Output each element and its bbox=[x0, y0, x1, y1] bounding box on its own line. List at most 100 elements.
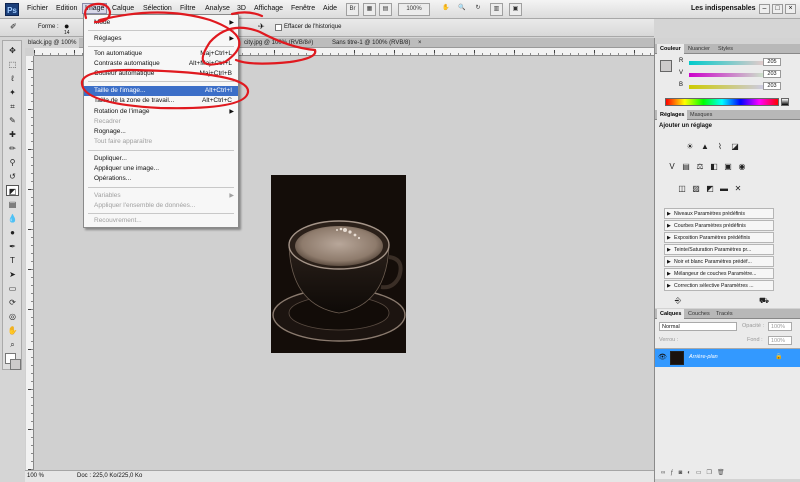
3d-rotate-tool-icon[interactable]: ⟳ bbox=[6, 297, 19, 308]
eyedropper-tool-icon[interactable]: ✎ bbox=[6, 115, 19, 126]
canvas-image[interactable] bbox=[271, 175, 406, 353]
menu-affichage[interactable]: Affichage bbox=[254, 5, 283, 12]
invert-icon[interactable]: ◫ bbox=[677, 184, 687, 194]
tab-couleur[interactable]: Couleur bbox=[657, 44, 684, 54]
preset-exposition[interactable]: Exposition Paramètres prédéfinis bbox=[664, 232, 774, 243]
tab-close-icon[interactable]: × bbox=[415, 38, 425, 48]
preset-teinte[interactable]: Teinte/Saturation Paramètres pr... bbox=[664, 244, 774, 255]
channel-value[interactable]: 203 bbox=[763, 82, 781, 90]
3d-orbit-tool-icon[interactable]: ◎ bbox=[6, 311, 19, 322]
menu-item-recouvrement[interactable]: Recouvrement... bbox=[84, 216, 238, 226]
gradient-map-icon[interactable]: ▬ bbox=[719, 184, 729, 194]
eraser-tool-icon[interactable]: ◩ bbox=[6, 185, 19, 196]
tab-traces[interactable]: Tracés bbox=[713, 309, 736, 319]
black-white-icon[interactable]: ◧ bbox=[709, 162, 719, 172]
menu-edition[interactable]: Edition bbox=[56, 5, 77, 12]
tab-black[interactable]: black.jpg @ 100% bbox=[25, 38, 80, 48]
menu-item-taille-image[interactable]: Taille de l'image... Alt+Ctrl+I bbox=[84, 86, 238, 96]
menu-filtre[interactable]: Filtre bbox=[180, 5, 196, 12]
color-balance-icon[interactable]: ⚖ bbox=[695, 162, 705, 172]
menu-selection[interactable]: Sélection bbox=[143, 5, 172, 12]
menu-item-reglages[interactable]: Réglages ▶ bbox=[84, 34, 238, 44]
tab-nuancier[interactable]: Nuancier bbox=[685, 44, 713, 54]
menu-item-taille-zone[interactable]: Taille de la zone de travail... Alt+Ctrl+… bbox=[84, 96, 238, 106]
tab-calques[interactable]: Calques bbox=[657, 309, 685, 319]
layer-row[interactable]: 👁 Arrière-plan 🔒 bbox=[655, 349, 800, 367]
menu-image[interactable]: Image bbox=[82, 3, 108, 14]
tab-masques[interactable]: Masques bbox=[687, 110, 715, 120]
shape-tool-icon[interactable]: ▭ bbox=[6, 283, 19, 294]
menu-item-operations[interactable]: Opérations... bbox=[84, 174, 238, 184]
slider-track[interactable] bbox=[689, 85, 773, 89]
exposure-icon[interactable]: ◪ bbox=[730, 142, 740, 152]
type-tool-icon[interactable]: T bbox=[6, 255, 19, 266]
move-tool-icon[interactable]: ✥ bbox=[6, 45, 19, 56]
path-selection-tool-icon[interactable]: ➤ bbox=[6, 269, 19, 280]
bw-ramp[interactable] bbox=[781, 98, 789, 106]
tab-city[interactable]: city.jpg @ 100% (RVB/8#) bbox=[241, 38, 316, 48]
menu-item-tout-faire-apparaitre[interactable]: Tout faire apparaître bbox=[84, 137, 238, 147]
healing-tool-icon[interactable]: ✚ bbox=[6, 129, 19, 140]
color-spectrum[interactable] bbox=[665, 98, 779, 106]
slider-b[interactable]: B 203 bbox=[679, 82, 800, 91]
zoom-select[interactable]: 100% bbox=[398, 3, 430, 16]
airbrush-icon[interactable]: ✈ bbox=[258, 22, 265, 31]
preset-melangeur[interactable]: Mélangeur de couches Paramètre... bbox=[664, 268, 774, 279]
new-layer-icon[interactable]: ❐ bbox=[707, 470, 717, 476]
eraser-tool-icon[interactable]: ✐ bbox=[10, 22, 17, 31]
menu-item-rognage[interactable]: Rognage... bbox=[84, 127, 238, 137]
stamp-tool-icon[interactable]: ⚲ bbox=[6, 157, 19, 168]
workspace-switcher[interactable]: Les indispensables bbox=[691, 5, 756, 12]
crop-tool-icon[interactable]: ⌗ bbox=[6, 101, 19, 112]
menu-3d[interactable]: 3D bbox=[237, 5, 246, 12]
rotate-view-icon[interactable]: ↻ bbox=[472, 3, 484, 16]
menu-item-appliquer-image[interactable]: Appliquer une image... bbox=[84, 164, 238, 174]
pen-tool-icon[interactable]: ✒ bbox=[6, 241, 19, 252]
menu-fenetre[interactable]: Fenêtre bbox=[291, 5, 315, 12]
menu-fichier[interactable]: Fichier bbox=[27, 5, 48, 12]
brightness-icon[interactable]: ☀ bbox=[685, 142, 695, 152]
tab-couches[interactable]: Couches bbox=[685, 309, 713, 319]
menu-item-contraste-auto[interactable]: Contraste automatique Alt+Maj+Ctrl+L bbox=[84, 59, 238, 69]
slider-r[interactable]: R 205 bbox=[679, 58, 800, 67]
posterize-icon[interactable]: ▨ bbox=[691, 184, 701, 194]
tab-reglages[interactable]: Réglages bbox=[657, 110, 688, 120]
zoom-icon[interactable]: 🔍 bbox=[456, 3, 468, 16]
curves-icon[interactable]: ⌇ bbox=[715, 142, 725, 152]
menu-item-variables[interactable]: Variables ▶ bbox=[84, 191, 238, 201]
gradient-tool-icon[interactable]: ▤ bbox=[6, 199, 19, 210]
selective-color-icon[interactable]: ✕ bbox=[733, 184, 743, 194]
history-brush-tool-icon[interactable]: ↺ bbox=[6, 171, 19, 182]
layer-name[interactable]: Arrière-plan bbox=[689, 354, 718, 360]
channel-value[interactable]: 205 bbox=[763, 58, 781, 66]
hand-icon[interactable]: ✋ bbox=[440, 3, 452, 16]
menu-item-recadrer[interactable]: Recadrer bbox=[84, 117, 238, 127]
menu-calque[interactable]: Calque bbox=[112, 5, 134, 12]
minimize-icon[interactable]: – bbox=[759, 4, 770, 14]
menu-item-dupliquer[interactable]: Dupliquer... bbox=[84, 154, 238, 164]
bridge-icon[interactable]: Br bbox=[346, 3, 359, 16]
hand-tool-icon[interactable]: ✋ bbox=[6, 325, 19, 336]
mask-icon[interactable]: ◙ bbox=[679, 470, 688, 476]
background-color-swatch[interactable] bbox=[10, 359, 21, 370]
restore-icon[interactable]: □ bbox=[772, 4, 783, 14]
magic-wand-tool-icon[interactable]: ✦ bbox=[6, 87, 19, 98]
opacity-input[interactable]: 100% bbox=[768, 322, 792, 331]
brush-tool-icon[interactable]: ✏ bbox=[6, 143, 19, 154]
channel-mixer-icon[interactable]: ◉ bbox=[737, 162, 747, 172]
close-icon[interactable]: × bbox=[785, 4, 796, 14]
slider-v[interactable]: V 203 bbox=[679, 70, 800, 79]
dodge-tool-icon[interactable]: ● bbox=[6, 227, 19, 238]
panel-options-icon[interactable]: ⛟ bbox=[759, 296, 769, 306]
preset-noir-blanc[interactable]: Noir et blanc Paramètres prédéf... bbox=[664, 256, 774, 267]
tab-sans-titre[interactable]: Sans titre-1 @ 100% (RVB/8) bbox=[329, 38, 413, 48]
levels-icon[interactable]: ▲ bbox=[700, 142, 710, 152]
preset-niveaux[interactable]: Niveaux Paramètres prédéfinis bbox=[664, 208, 774, 219]
screen-mode-icon[interactable]: ▣ bbox=[509, 3, 522, 16]
lasso-tool-icon[interactable]: ℓ bbox=[6, 73, 19, 84]
status-zoom[interactable]: 100 % bbox=[27, 473, 44, 479]
adjust-layer-icon[interactable]: ◐ bbox=[687, 470, 696, 476]
color-swatch-icon[interactable] bbox=[660, 60, 672, 72]
blur-tool-icon[interactable]: 💧 bbox=[6, 213, 19, 224]
menu-item-rotation[interactable]: Rotation de l'image ▶ bbox=[84, 107, 238, 117]
